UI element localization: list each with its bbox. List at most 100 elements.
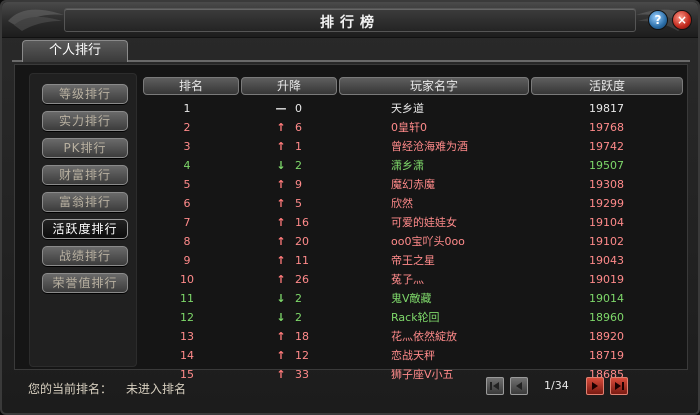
table-row[interactable]: 8 ↑ 20 oo0宝吖头0oo 19102 bbox=[143, 232, 687, 251]
arrow-up-icon: ↑ bbox=[276, 273, 286, 286]
player-name-cell: 曾经沧海难为酒 bbox=[391, 140, 468, 153]
arrow-up-icon: ↑ bbox=[276, 330, 286, 343]
sidebar-item-activity[interactable]: 活跃度排行 bbox=[42, 219, 128, 239]
activity-cell: 19817 bbox=[589, 102, 624, 115]
sidebar-item-record[interactable]: 战绩排行 bbox=[42, 246, 128, 266]
activity-cell: 19102 bbox=[589, 235, 624, 248]
table-row[interactable]: 4 ↓ 2 潇乡潇 19507 bbox=[143, 156, 687, 175]
tab-personal-ranking[interactable]: 个人排行 bbox=[22, 40, 128, 62]
table-row[interactable]: 5 ↑ 9 魔幻赤魔 19308 bbox=[143, 175, 687, 194]
change-cell: 26 bbox=[295, 273, 309, 286]
table-row[interactable]: 10 ↑ 26 菟孒灬 19019 bbox=[143, 270, 687, 289]
player-name-cell: 恋战天秤 bbox=[391, 349, 435, 362]
arrow-up-icon: ↑ bbox=[276, 349, 286, 362]
player-name-cell: 可爱的娃娃女 bbox=[391, 216, 457, 229]
activity-cell: 19299 bbox=[589, 197, 624, 210]
change-cell: 12 bbox=[295, 349, 309, 362]
column-header-activity[interactable]: 活跃度 bbox=[531, 77, 683, 95]
table-row[interactable]: 7 ↑ 16 可爱的娃娃女 19104 bbox=[143, 213, 687, 232]
rank-cell: 7 bbox=[183, 216, 191, 229]
table-row[interactable]: 1 — 0 天乡道 19817 bbox=[143, 99, 687, 118]
ranking-table: 排名 升降 玩家名字 活跃度 1—0 天乡道 19817 2 ↑ 6 0皇轩0 19768 3 ↑… bbox=[143, 73, 687, 381]
table-row[interactable]: 11 ↓ 2 鬼V敵藏 19014 bbox=[143, 289, 687, 308]
activity-cell: 19014 bbox=[589, 292, 624, 305]
rank-cell: 4 bbox=[183, 159, 191, 172]
change-cell: 0 bbox=[295, 102, 302, 115]
sidebar-item-wealth[interactable]: 财富排行 bbox=[42, 165, 128, 185]
rank-cell: 6 bbox=[183, 197, 191, 210]
sidebar-item-tycoon[interactable]: 富翁排行 bbox=[42, 192, 128, 212]
current-rank-label: 您的当前排名： bbox=[28, 382, 113, 396]
arrow-up-icon: ↑ bbox=[276, 197, 286, 210]
table-row[interactable]: 2 ↑ 6 0皇轩0 19768 bbox=[143, 118, 687, 137]
activity-cell: 19742 bbox=[589, 140, 624, 153]
arrow-down-icon: ↓ bbox=[276, 292, 286, 305]
last-page-button[interactable] bbox=[610, 377, 628, 395]
title-plate: 排行榜 bbox=[64, 8, 636, 32]
wing-ornament-icon bbox=[8, 9, 64, 31]
column-header-name[interactable]: 玩家名字 bbox=[339, 77, 529, 95]
help-button[interactable]: ? bbox=[648, 10, 668, 30]
rank-cell: 3 bbox=[183, 140, 191, 153]
rank-cell: 11 bbox=[180, 292, 194, 305]
dash-icon: — bbox=[275, 102, 287, 115]
sidebar-item-pk[interactable]: PK排行 bbox=[42, 138, 128, 158]
player-name-cell: 潇乡潇 bbox=[391, 159, 424, 172]
sidebar-item-level[interactable]: 等级排行 bbox=[42, 84, 128, 104]
skip-first-icon bbox=[490, 382, 499, 390]
category-sidebar: 等级排行 实力排行 PK排行 财富排行 富翁排行 活跃度排行 战绩排行 荣誉值排… bbox=[29, 73, 137, 367]
sidebar-item-strength[interactable]: 实力排行 bbox=[42, 111, 128, 131]
next-page-button[interactable] bbox=[586, 377, 604, 395]
rank-cell: 5 bbox=[183, 178, 191, 191]
arrow-up-icon: ↑ bbox=[276, 216, 286, 229]
change-cell: 5 bbox=[295, 197, 302, 210]
chevron-right-icon bbox=[592, 382, 598, 390]
player-name-cell: 帝王之星 bbox=[391, 254, 435, 267]
change-cell: 1 bbox=[295, 140, 302, 153]
first-page-button[interactable] bbox=[486, 377, 504, 395]
rank-cell: 2 bbox=[183, 121, 191, 134]
change-cell: 11 bbox=[295, 254, 309, 267]
player-name-cell: 欣然 bbox=[391, 197, 413, 210]
table-row[interactable]: 6 ↑ 5 欣然 19299 bbox=[143, 194, 687, 213]
arrow-down-icon: ↓ bbox=[276, 311, 286, 324]
rank-cell: 12 bbox=[180, 311, 194, 324]
arrow-up-icon: ↑ bbox=[276, 140, 286, 153]
table-row[interactable]: 14 ↑ 12 恋战天秤 18719 bbox=[143, 346, 687, 365]
activity-cell: 19308 bbox=[589, 178, 624, 191]
prev-page-button[interactable] bbox=[510, 377, 528, 395]
column-header-change[interactable]: 升降 bbox=[241, 77, 337, 95]
activity-cell: 18960 bbox=[589, 311, 624, 324]
arrow-up-icon: ↑ bbox=[276, 121, 286, 134]
skip-last-icon bbox=[615, 382, 624, 390]
column-header-rank[interactable]: 排名 bbox=[143, 77, 239, 95]
arrow-up-icon: ↑ bbox=[276, 178, 286, 191]
tab-bar: 个人排行 bbox=[12, 40, 690, 62]
change-cell: 18 bbox=[295, 330, 309, 343]
change-cell: 6 bbox=[295, 121, 302, 134]
table-row[interactable]: 13 ↑ 18 花灬依然綻放 18920 bbox=[143, 327, 687, 346]
table-row[interactable]: 12 ↓ 2 Rack轮回 18960 bbox=[143, 308, 687, 327]
rank-cell: 13 bbox=[180, 330, 194, 343]
content-panel: 等级排行 实力排行 PK排行 财富排行 富翁排行 活跃度排行 战绩排行 荣誉值排… bbox=[14, 64, 688, 381]
close-button[interactable]: × bbox=[672, 10, 692, 30]
change-cell: 2 bbox=[295, 311, 302, 324]
activity-cell: 19507 bbox=[589, 159, 624, 172]
activity-cell: 19104 bbox=[589, 216, 624, 229]
table-row[interactable]: 3 ↑ 1 曾经沧海难为酒 19742 bbox=[143, 137, 687, 156]
rank-cell: 9 bbox=[183, 254, 191, 267]
sidebar-item-honor[interactable]: 荣誉值排行 bbox=[42, 273, 128, 293]
rank-cell: 14 bbox=[180, 349, 194, 362]
footer-bar: 您的当前排名： 未进入排名 1/34 bbox=[2, 374, 698, 404]
player-name-cell: 0皇轩0 bbox=[391, 121, 427, 134]
activity-cell: 19043 bbox=[589, 254, 624, 267]
rank-cell: 8 bbox=[183, 235, 191, 248]
change-cell: 16 bbox=[295, 216, 309, 229]
chevron-left-icon bbox=[516, 382, 522, 390]
activity-cell: 18920 bbox=[589, 330, 624, 343]
activity-cell: 19768 bbox=[589, 121, 624, 134]
ranking-window: 排行榜 ? × 个人排行 等级排行 实力排行 PK排行 财富排行 富翁排行 活跃… bbox=[0, 0, 700, 415]
table-row[interactable]: 9 ↑ 11 帝王之星 19043 bbox=[143, 251, 687, 270]
arrow-up-icon: ↑ bbox=[276, 235, 286, 248]
current-rank-value: 未进入排名 bbox=[126, 382, 187, 396]
